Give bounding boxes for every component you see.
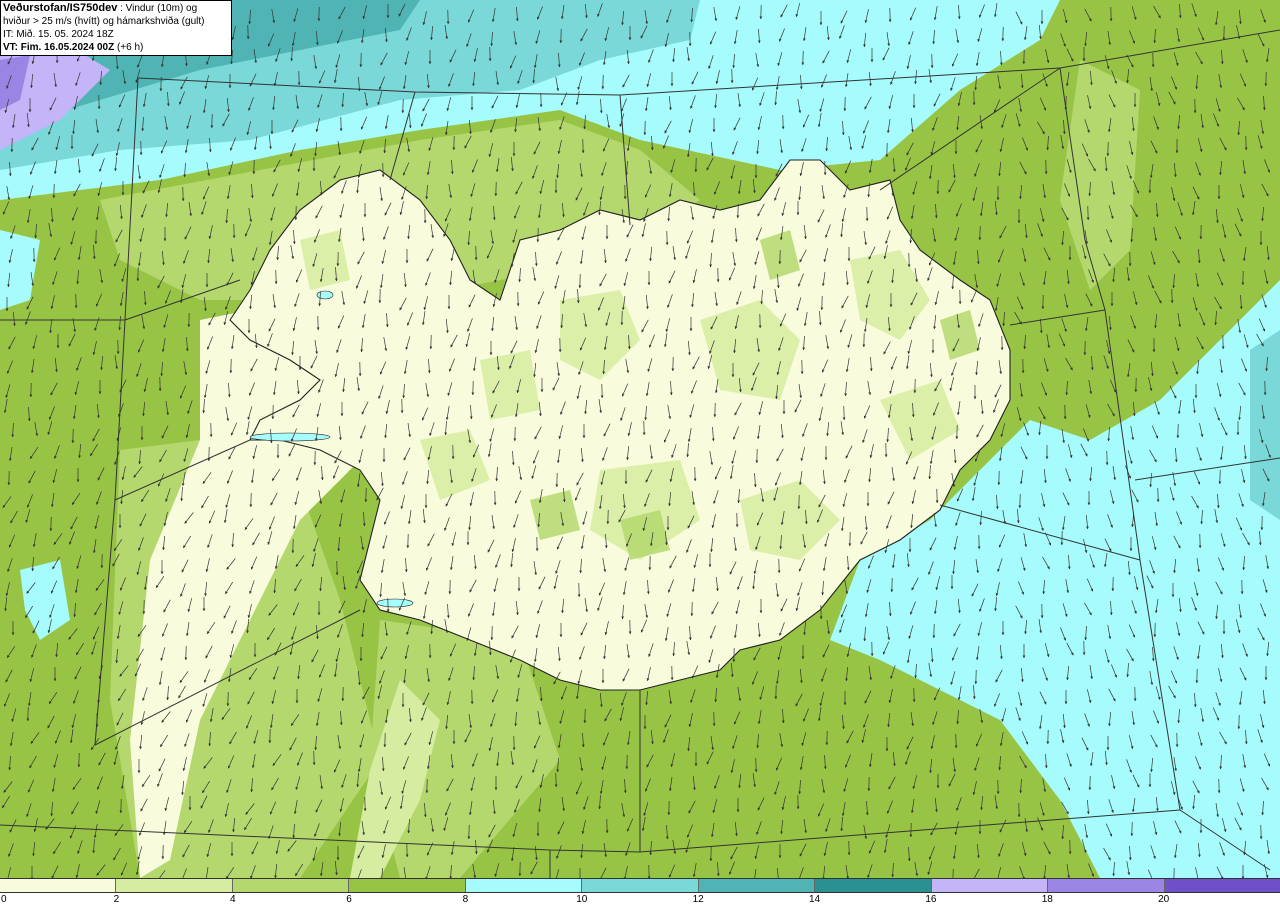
initial-time: IT: Mið. 15. 05. 2024 18Z [3,29,114,40]
legend-tick-8: 8 [462,894,469,905]
legend-color-5 [582,879,699,892]
legend-tick-12: 12 [692,894,704,905]
legend-tick-4: 4 [229,894,236,905]
field-description: : Vindur (10m) og [117,3,198,14]
legend-tick-18: 18 [1041,894,1053,905]
field-10-12-east [1250,330,1280,520]
lake-west [249,432,331,442]
lake-south [376,598,414,608]
legend-tick-16: 16 [925,894,937,905]
color-legend-ticks: 0 2 4 6 8 10 12 14 16 18 20 [0,893,1280,908]
legend-tick-2: 2 [113,894,120,905]
legend-color-3 [349,879,466,892]
legend-tick-6: 6 [346,894,352,905]
legend-tick-14: 14 [808,894,821,905]
legend-tick-20: 20 [1158,894,1170,905]
legend-color-1 [116,879,233,892]
legend-color-7 [815,879,932,892]
forecast-offset: (+6 h) [114,42,144,53]
legend-color-4 [465,879,583,892]
lake-northwest [316,290,334,300]
legend-tick-10: 10 [576,894,588,905]
color-legend-bar [0,878,1280,893]
legend-color-9 [1048,879,1165,892]
legend-tick-0: 0 [1,894,7,905]
legend-color-2 [232,879,350,892]
model-title: Veðurstofan/IS750dev [3,2,118,14]
wind-map [0,0,1280,878]
field-description-line2: hviður > 25 m/s (hvítt) og hámarkshviða … [3,16,205,27]
legend-color-8 [931,879,1049,892]
valid-time: VT: Fim. 16.05.2024 00Z [3,42,115,53]
map-title-box: Veðurstofan/IS750dev : Vindur (10m) og h… [0,0,232,56]
wind-map-canvas [0,0,1280,878]
legend-color-10 [1164,879,1280,892]
legend-color-0 [0,879,117,892]
legend-color-6 [698,879,816,892]
highland-wind-patch-5 [480,350,540,420]
